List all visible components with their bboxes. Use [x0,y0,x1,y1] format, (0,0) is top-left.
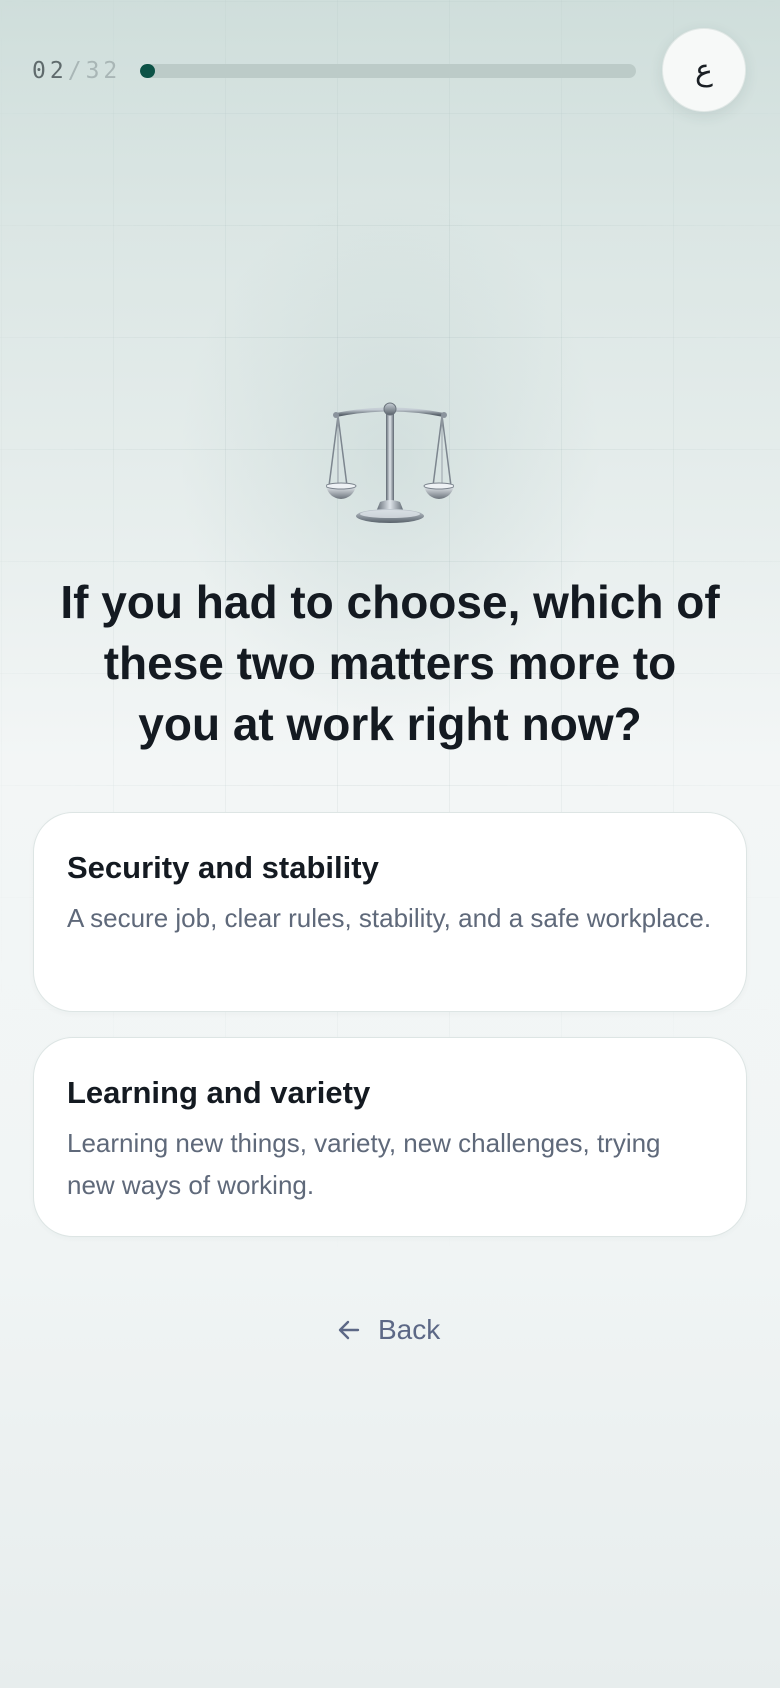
progress-bar-fill [140,64,155,78]
total-questions-number: 32 [85,58,122,84]
option-description: Learning new things, variety, new challe… [67,1128,661,1200]
progress-bar [140,64,636,78]
counter-separator: / [67,58,86,84]
language-toggle-button[interactable]: ع [662,28,746,112]
current-question-number: 02 [32,58,68,84]
back-button[interactable]: Back [336,1310,440,1350]
question-counter: 02/32 [32,56,121,86]
back-label: Back [378,1314,441,1345]
option-description: A secure job, clear rules, stability, an… [67,903,712,933]
question-text: If you had to choose, which of these two… [60,576,720,750]
option-security-stability[interactable]: Security and stability A secure job, cle… [33,812,747,1012]
balance-scale-icon [325,402,455,526]
arrow-left-icon [338,1320,360,1340]
top-bar: 02/32 ع [0,0,780,142]
option-title: Learning and variety [67,1075,371,1110]
option-title: Security and stability [67,850,379,885]
option-learning-variety[interactable]: Learning and variety Learning new things… [33,1037,747,1237]
